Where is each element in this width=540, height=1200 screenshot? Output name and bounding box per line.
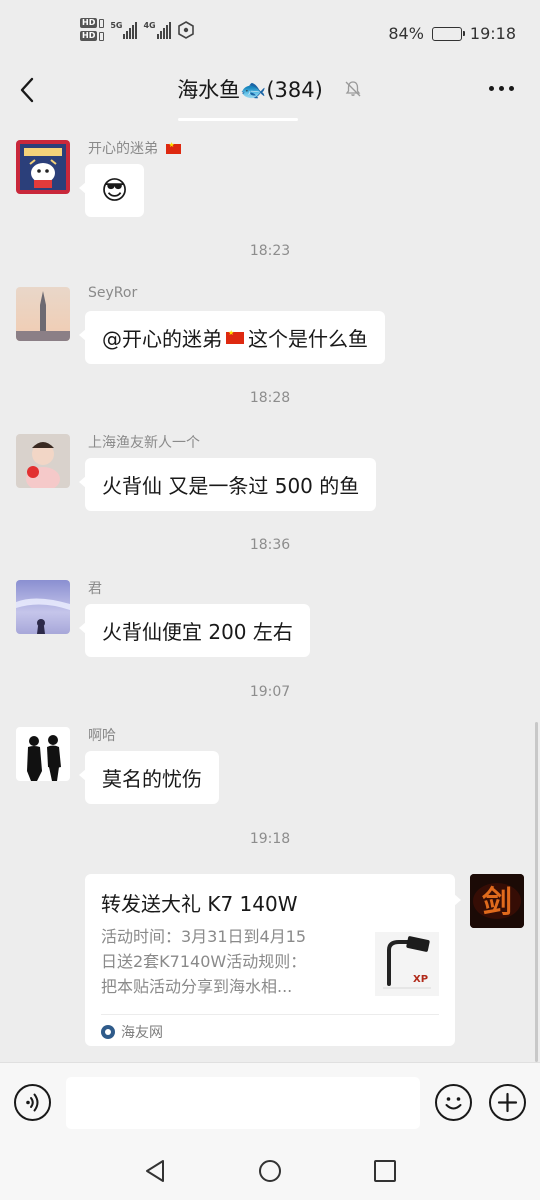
more-dots-icon[interactable] [489, 86, 514, 91]
pinned-message-edge [178, 118, 298, 121]
message-bubble[interactable]: 😎 [78, 164, 145, 217]
input-bar [0, 1062, 540, 1144]
hd-badge: HD [80, 18, 98, 28]
emoji-icon[interactable] [435, 1084, 472, 1121]
nav-recent-icon[interactable] [372, 1158, 398, 1184]
timestamp: 19:07 [249, 684, 291, 700]
timestamp: 19:18 [249, 831, 291, 847]
battery-icon [431, 26, 465, 41]
hd-badge: HD [80, 31, 98, 41]
status-bar: HD HD 5G 4G 84% 19:18 [0, 0, 540, 66]
avatar-glyph: 剑 [482, 885, 512, 920]
link-card-description: 活动时间：3月31日到4月15 日送2套K7140W活动规则： 把本贴活动分享到… [101, 927, 307, 996]
signal-5g-icon: 5G [110, 21, 138, 39]
nav-back-icon[interactable] [142, 1158, 168, 1184]
avatar[interactable] [16, 727, 70, 781]
wifi-hotspot-icon [177, 20, 194, 39]
scrollbar[interactable] [535, 722, 538, 1062]
my-avatar[interactable]: 剑 [470, 874, 524, 928]
link-card-source: 海友网 [121, 1025, 163, 1041]
status-icons-left: HD HD 5G 4G [80, 18, 195, 41]
nav-home-icon[interactable] [257, 1158, 283, 1184]
message-bubble[interactable]: 火背仙便宜 200 左右 [79, 604, 310, 657]
china-flag-icon [166, 141, 182, 154]
sender-name: 啊哈 [88, 728, 116, 744]
avatar[interactable] [16, 580, 70, 634]
source-app-icon [101, 1025, 115, 1039]
message-bubble[interactable]: 莫名的忧伤 [79, 751, 219, 804]
battery-percent: 84% [388, 24, 424, 43]
chat-title: 海水鱼🐟(384) [177, 78, 323, 102]
message-bubble[interactable]: @开心的迷弟 这个是什么鱼 [79, 311, 385, 364]
timestamp: 18:36 [249, 537, 291, 553]
sender-name: 君 [88, 581, 102, 597]
mention[interactable]: @开心的迷弟 [102, 323, 222, 352]
sender-name: 开心的迷弟 [88, 141, 158, 157]
clock: 19:18 [469, 24, 516, 43]
timestamp: 18:23 [249, 243, 291, 259]
message-text: 火背仙 又是一条过 500 的鱼 [102, 474, 360, 498]
sunglasses-emoji: 😎 [101, 175, 129, 206]
avatar[interactable] [16, 287, 70, 341]
link-card-thumbnail: XP [375, 932, 439, 996]
link-card-title: 转发送大礼 K7 140W [101, 892, 298, 916]
voice-icon[interactable] [14, 1084, 51, 1121]
shared-link-card[interactable]: 转发送大礼 K7 140W 活动时间：3月31日到4月15 日送2套K7140W… [85, 874, 461, 1046]
sender-name: 上海渔友新人一个 [88, 435, 200, 451]
chat-header: 海水鱼🐟(384) [0, 66, 540, 114]
plus-icon[interactable] [489, 1084, 526, 1121]
signal-4g-icon: 4G [143, 21, 171, 39]
timestamp: 18:28 [249, 390, 291, 406]
system-nav-bar [0, 1144, 540, 1200]
message-text: 莫名的忧伤 [102, 767, 202, 791]
avatar[interactable] [16, 434, 70, 488]
message-bubble[interactable]: 火背仙 又是一条过 500 的鱼 [78, 458, 377, 511]
china-flag-icon [226, 329, 244, 344]
sender-name: SeyRor [88, 285, 138, 301]
message-text: 火背仙便宜 200 左右 [102, 620, 293, 644]
bell-muted-icon [345, 81, 361, 97]
message-input[interactable] [66, 1077, 420, 1129]
message-text: 这个是什么鱼 [248, 327, 368, 351]
avatar[interactable] [16, 140, 70, 194]
thumb-logo: XP [413, 974, 428, 985]
